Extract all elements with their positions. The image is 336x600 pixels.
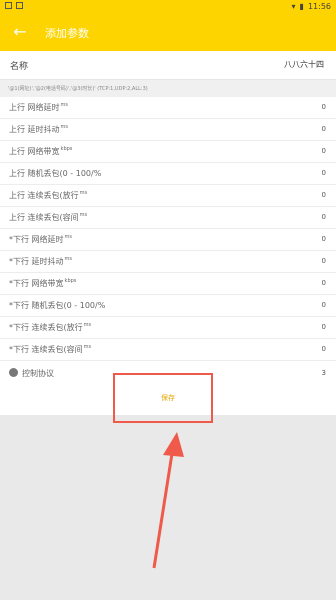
param-row[interactable]: *下行 连续丢包(放行ms 0 bbox=[0, 317, 336, 339]
param-label-text: 上行 延时抖动 bbox=[9, 125, 60, 134]
param-label: *下行 连续丢包(容间ms bbox=[9, 344, 91, 355]
param-row[interactable]: 上行 连续丢包(放行ms 0 bbox=[0, 185, 336, 207]
protocol-value: 3 bbox=[321, 369, 326, 377]
param-row[interactable]: 上行 网络延时ms 0 bbox=[0, 97, 336, 119]
param-label: *下行 延时抖动ms bbox=[9, 256, 72, 267]
param-unit: ms bbox=[79, 212, 88, 219]
param-row[interactable]: *下行 延时抖动ms 0 bbox=[0, 251, 336, 273]
param-value: 0 bbox=[321, 125, 326, 133]
protocol-label: 控制协议 bbox=[9, 368, 54, 379]
param-value: 0 bbox=[321, 235, 326, 243]
param-label: 上行 网络延时ms bbox=[9, 102, 68, 113]
param-value: 0 bbox=[321, 323, 326, 331]
name-label: 名称 bbox=[10, 62, 29, 72]
param-row[interactable]: 上行 连续丢包(容间ms 0 bbox=[0, 207, 336, 229]
hint-row: '@1(网址)','@2(电话号码)','@3(时长)' (TCP:1,UDP:… bbox=[0, 80, 336, 97]
hint-text: '@1(网址)','@2(电话号码)','@3(时长)' (TCP:1,UDP:… bbox=[8, 86, 148, 92]
param-row[interactable]: 上行 网络带宽kbps 0 bbox=[0, 141, 336, 163]
page-title: 添加参数 bbox=[45, 27, 89, 40]
notification-icon bbox=[5, 2, 12, 9]
param-value: 0 bbox=[321, 279, 326, 287]
parameter-form: 名称 八八六十四 '@1(网址)','@2(电话号码)','@3(时长)' (T… bbox=[0, 51, 336, 385]
param-label-text: 上行 网络带宽 bbox=[9, 147, 60, 156]
param-label: 上行 连续丢包(容间ms bbox=[9, 212, 87, 223]
param-label-text: 上行 随机丢包(0 - 100/% bbox=[9, 169, 102, 178]
param-label-text: 上行 连续丢包(容间 bbox=[9, 213, 79, 222]
param-label: 上行 网络带宽kbps bbox=[9, 146, 72, 157]
param-unit: kbps bbox=[60, 146, 73, 153]
param-value: 0 bbox=[321, 103, 326, 111]
param-label-text: 上行 连续丢包(放行 bbox=[9, 191, 79, 200]
app-toolbar: ← 添加参数 bbox=[0, 14, 336, 51]
param-label: *下行 随机丢包(0 - 100/% bbox=[9, 300, 105, 311]
param-value: 0 bbox=[321, 213, 326, 221]
param-unit: ms bbox=[64, 256, 73, 263]
protocol-label-text: 控制协议 bbox=[22, 369, 54, 378]
param-label-text: *下行 连续丢包(容间 bbox=[9, 345, 83, 354]
param-unit: ms bbox=[83, 344, 92, 351]
protocol-icon bbox=[9, 368, 18, 377]
param-label: 上行 随机丢包(0 - 100/% bbox=[9, 168, 101, 179]
param-label-text: 上行 网络延时 bbox=[9, 103, 60, 112]
status-left-icons bbox=[5, 2, 23, 9]
param-label-text: *下行 随机丢包(0 - 100/% bbox=[9, 301, 106, 310]
name-value: 八八六十四 bbox=[284, 60, 324, 69]
status-time: 11:56 bbox=[307, 2, 331, 11]
param-label-text: *下行 网络带宽 bbox=[9, 279, 64, 288]
param-label-text: *下行 连续丢包(放行 bbox=[9, 323, 83, 332]
param-value: 0 bbox=[321, 345, 326, 353]
param-label-text: *下行 网络延时 bbox=[9, 235, 64, 244]
annotation-arrow-shaft bbox=[152, 440, 176, 569]
annotation-highlight-box bbox=[113, 373, 213, 423]
status-bar: ▾ ▮ 11:56 bbox=[0, 0, 336, 14]
param-row[interactable]: 上行 随机丢包(0 - 100/% 0 bbox=[0, 163, 336, 185]
param-label: *下行 网络延时ms bbox=[9, 234, 72, 245]
param-value: 0 bbox=[321, 257, 326, 265]
back-arrow-icon[interactable]: ← bbox=[12, 23, 28, 41]
param-unit: ms bbox=[79, 190, 88, 197]
param-value: 0 bbox=[321, 191, 326, 199]
name-row[interactable]: 名称 八八六十四 bbox=[0, 51, 336, 80]
param-label: 上行 延时抖动ms bbox=[9, 124, 68, 135]
notification-icon bbox=[16, 2, 23, 9]
param-row[interactable]: *下行 网络带宽kbps 0 bbox=[0, 273, 336, 295]
battery-icon: ▮ bbox=[299, 2, 304, 11]
param-label: *下行 连续丢包(放行ms bbox=[9, 322, 91, 333]
param-value: 0 bbox=[321, 169, 326, 177]
param-unit: ms bbox=[60, 102, 69, 109]
param-value: 0 bbox=[321, 301, 326, 309]
param-label: 上行 连续丢包(放行ms bbox=[9, 190, 87, 201]
param-unit: kbps bbox=[64, 278, 77, 285]
param-row[interactable]: *下行 连续丢包(容间ms 0 bbox=[0, 339, 336, 361]
signal-icon: ▾ bbox=[291, 2, 296, 11]
param-row[interactable]: *下行 随机丢包(0 - 100/% 0 bbox=[0, 295, 336, 317]
param-row[interactable]: *下行 网络延时ms 0 bbox=[0, 229, 336, 251]
param-row[interactable]: 上行 延时抖动ms 0 bbox=[0, 119, 336, 141]
param-unit: ms bbox=[64, 234, 73, 241]
status-right: ▾ ▮ 11:56 bbox=[292, 2, 331, 11]
annotation-arrow-head bbox=[163, 432, 184, 457]
param-unit: ms bbox=[60, 124, 69, 131]
param-label: *下行 网络带宽kbps bbox=[9, 278, 76, 289]
param-value: 0 bbox=[321, 147, 326, 155]
param-label-text: *下行 延时抖动 bbox=[9, 257, 64, 266]
param-unit: ms bbox=[83, 322, 92, 329]
